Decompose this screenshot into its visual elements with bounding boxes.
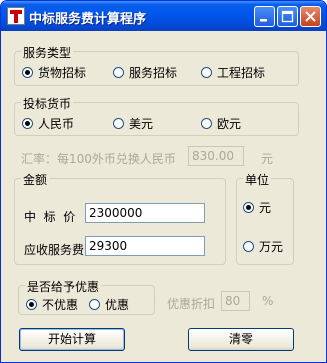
close-button[interactable] <box>300 6 321 27</box>
service-fee-label: 应收服务费 <box>24 243 85 257</box>
radio-usd[interactable]: 美元 <box>113 115 153 132</box>
unit-group: 单位 元 万元 <box>236 171 294 265</box>
radio-dot[interactable] <box>201 118 212 129</box>
currency-legend: 投标货币 <box>21 95 74 112</box>
discount-legend: 是否给予优惠 <box>25 278 102 295</box>
minimize-button[interactable] <box>254 6 275 27</box>
discount-rate-label: 优惠折扣 <box>167 297 216 311</box>
radio-service-label: 服务招标 <box>129 66 178 80</box>
radio-no-discount[interactable]: 不优惠 <box>26 296 78 313</box>
exchange-rate-unit: 元 <box>261 152 274 166</box>
client-area: 服务类型 货物招标 服务招标 工程招标 投标货币 人民币 美元 欧元 汇率：每1… <box>4 31 323 361</box>
radio-eur-label: 欧元 <box>217 117 242 131</box>
app-window: 中标服务费计算程序 服务类型 货物招标 服务招标 工程招标 投标货币 人民币 美… <box>0 0 327 363</box>
discount-group: 是否给予优惠 不优惠 优惠 <box>18 278 155 315</box>
radio-dot[interactable] <box>113 118 124 129</box>
close-icon <box>305 11 316 22</box>
maximize-button[interactable] <box>277 6 298 27</box>
radio-yuan-label: 元 <box>259 201 272 215</box>
window-title: 中标服务费计算程序 <box>29 12 147 27</box>
discount-rate-input[interactable]: 80 <box>221 291 250 311</box>
radio-goods[interactable]: 货物招标 <box>22 64 86 81</box>
radio-rmb[interactable]: 人民币 <box>22 115 74 132</box>
bid-type-legend: 服务类型 <box>21 44 74 61</box>
discount-rate-unit: % <box>262 294 274 308</box>
amount-group: 金额 中 标 价 2300000 应收服务费 29300 <box>14 171 226 265</box>
bid-price-input[interactable]: 2300000 <box>85 203 205 223</box>
radio-dot[interactable] <box>22 67 33 78</box>
radio-dot[interactable] <box>243 202 254 213</box>
radio-goods-label: 货物招标 <box>38 66 87 80</box>
calculate-button[interactable]: 开始计算 <box>19 328 125 351</box>
app-icon[interactable] <box>7 7 25 25</box>
radio-dot[interactable] <box>22 118 33 129</box>
minimize-icon <box>260 19 267 22</box>
radio-discount-label: 优惠 <box>105 298 130 312</box>
exchange-rate-input[interactable]: 830.00 <box>188 146 244 166</box>
maximize-icon <box>281 10 294 23</box>
amount-legend: 金额 <box>21 171 50 188</box>
clear-button[interactable]: 清零 <box>188 328 294 351</box>
radio-discount[interactable]: 优惠 <box>89 296 129 313</box>
radio-engineering[interactable]: 工程招标 <box>201 64 265 81</box>
radio-dot[interactable] <box>113 67 124 78</box>
title-bar[interactable]: 中标服务费计算程序 <box>1 1 326 31</box>
radio-dot[interactable] <box>201 67 212 78</box>
radio-service[interactable]: 服务招标 <box>113 64 177 81</box>
bid-price-label: 中 标 价 <box>24 210 76 224</box>
radio-dot[interactable] <box>89 299 100 310</box>
radio-engineering-label: 工程招标 <box>217 66 266 80</box>
radio-rmb-label: 人民币 <box>38 117 75 131</box>
bid-type-group: 服务类型 货物招标 服务招标 工程招标 <box>14 44 299 86</box>
unit-legend: 单位 <box>243 171 272 188</box>
radio-dot[interactable] <box>26 299 37 310</box>
radio-no-discount-label: 不优惠 <box>42 298 79 312</box>
radio-wanyuan-label: 万元 <box>259 240 284 254</box>
service-fee-input[interactable]: 29300 <box>85 236 205 256</box>
radio-dot[interactable] <box>243 241 254 252</box>
radio-usd-label: 美元 <box>129 117 154 131</box>
radio-eur[interactable]: 欧元 <box>201 115 241 132</box>
currency-group: 投标货币 人民币 美元 欧元 <box>14 95 299 136</box>
exchange-rate-label: 汇率：每100外币兑换人民币 <box>21 152 176 166</box>
radio-yuan[interactable]: 元 <box>243 199 271 216</box>
radio-wanyuan[interactable]: 万元 <box>243 238 283 255</box>
